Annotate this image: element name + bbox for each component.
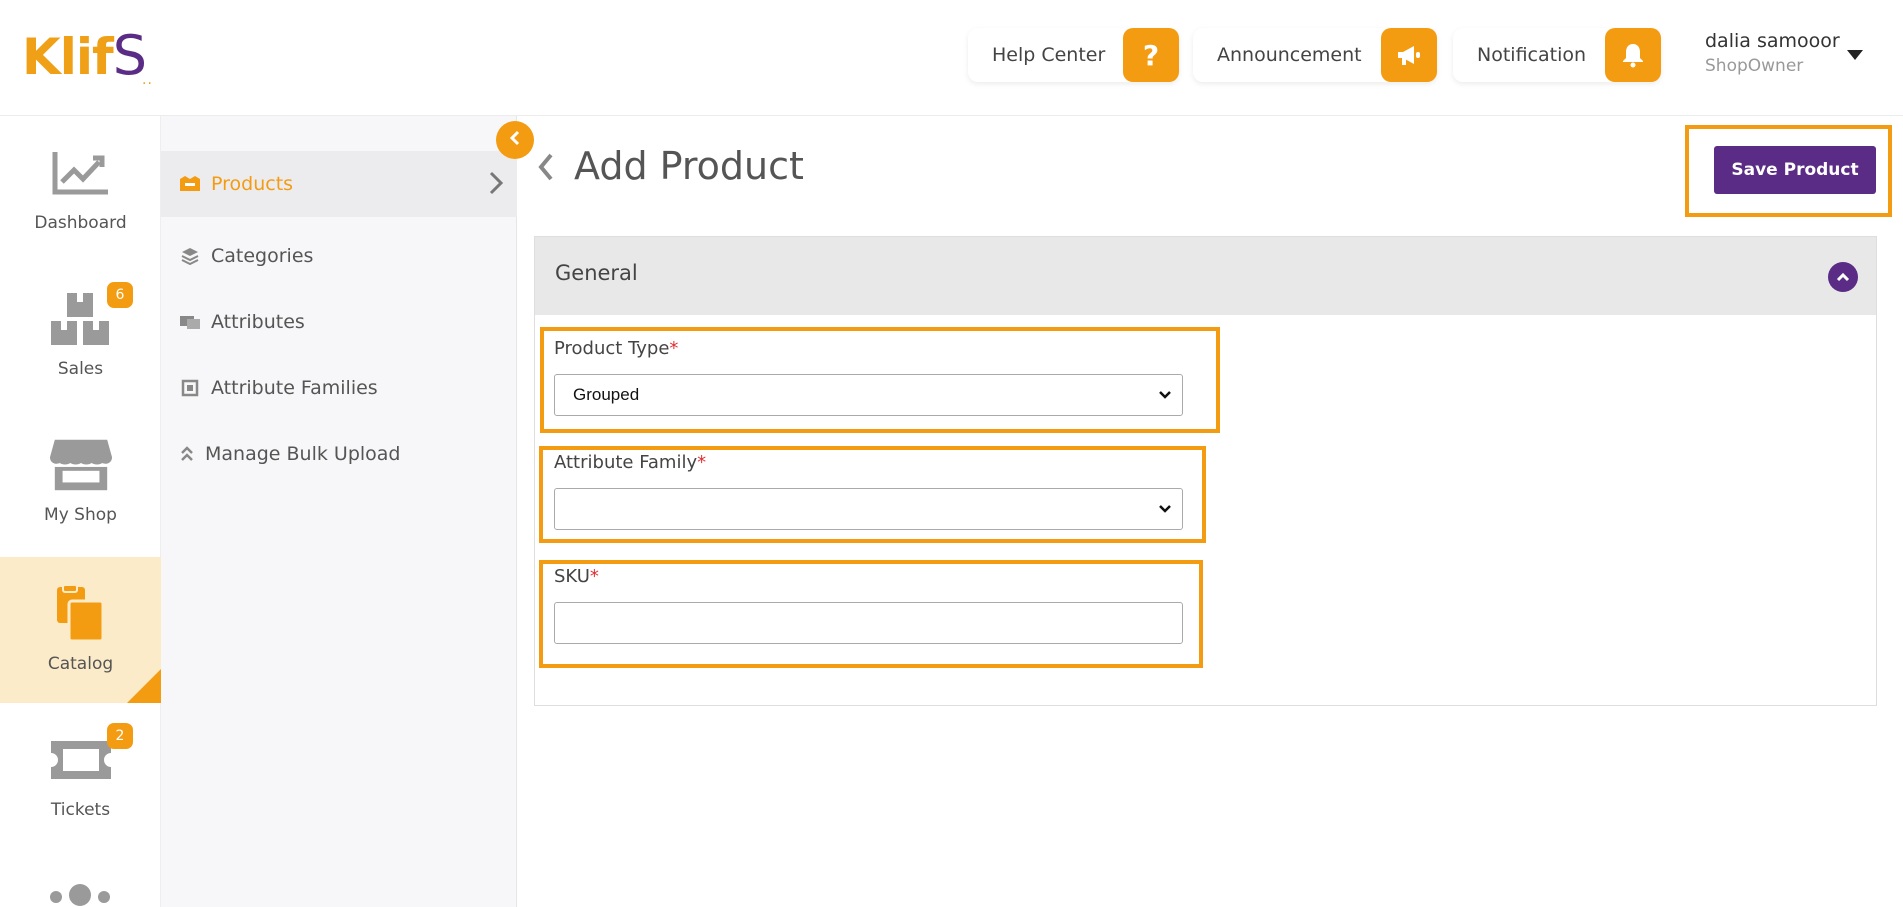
back-arrow-icon[interactable]	[536, 150, 556, 188]
attribute-family-select[interactable]	[554, 488, 1183, 530]
announcement-button[interactable]: Announcement	[1193, 28, 1437, 82]
sku-input[interactable]	[554, 602, 1183, 644]
chevron-right-icon	[489, 171, 504, 200]
rail-label: Dashboard	[34, 213, 127, 233]
product-type-label: Product Type*	[554, 338, 679, 359]
chevron-down-icon	[1158, 501, 1172, 521]
subnav-item-attributes[interactable]: Attributes	[161, 289, 517, 355]
announcement-label: Announcement	[1217, 44, 1362, 66]
help-center-button[interactable]: Help Center ?	[968, 28, 1179, 82]
user-menu[interactable]: dalia samooor ShopOwner	[1705, 30, 1840, 76]
logo[interactable]: KlifS ..	[22, 28, 152, 88]
user-role: ShopOwner	[1705, 56, 1804, 76]
chevron-left-icon	[509, 130, 521, 150]
panel-title: General	[555, 261, 638, 285]
notification-button[interactable]: Notification	[1453, 28, 1661, 82]
ticket-icon	[49, 732, 113, 788]
subnav-label: Products	[211, 173, 294, 195]
attribute-family-label: Attribute Family*	[554, 452, 707, 473]
required-mark: *	[697, 452, 707, 473]
question-icon: ?	[1123, 28, 1179, 82]
save-product-button[interactable]: Save Product	[1714, 146, 1876, 194]
active-corner-marker	[127, 669, 161, 703]
subnav-item-products[interactable]: Products	[161, 151, 517, 217]
bell-icon	[1605, 28, 1661, 82]
more-icon[interactable]	[48, 881, 118, 907]
rail-label: My Shop	[44, 505, 117, 525]
subnav-label: Attribute Families	[211, 377, 378, 399]
subnav-item-categories[interactable]: Categories	[161, 223, 517, 289]
logo-text: Klif	[22, 28, 114, 86]
rail-item-my-shop[interactable]: My Shop	[0, 408, 161, 554]
subnav-item-attribute-families[interactable]: Attribute Families	[161, 355, 517, 421]
rail-item-dashboard[interactable]: Dashboard	[0, 116, 161, 262]
attributes-icon	[179, 311, 201, 333]
required-mark: *	[589, 566, 599, 587]
rail-label: Catalog	[47, 654, 114, 674]
product-type-value: Grouped	[573, 385, 640, 404]
required-mark: *	[669, 338, 679, 359]
families-icon	[179, 377, 201, 399]
catalog-subnav: Products Categories Attributes Attribute…	[161, 116, 517, 907]
chevron-down-icon	[1158, 387, 1172, 407]
rail-item-sales[interactable]: Sales 6	[0, 262, 161, 408]
megaphone-icon	[1381, 28, 1437, 82]
main-rail: Dashboard Sales 6 My Shop Catalog Ticket…	[0, 116, 161, 907]
subnav-label: Manage Bulk Upload	[205, 443, 401, 465]
top-header: KlifS .. Help Center ? Announcement Noti…	[0, 0, 1903, 116]
subnav-label: Categories	[211, 245, 314, 267]
subnav-item-manage-bulk-upload[interactable]: Manage Bulk Upload	[161, 421, 517, 487]
products-icon	[179, 173, 201, 195]
user-name: dalia samooor	[1705, 30, 1840, 52]
page-title: Add Product	[574, 144, 804, 188]
sku-label: SKU*	[554, 566, 599, 587]
chevron-up-icon[interactable]	[1828, 262, 1858, 292]
rail-label: Tickets	[50, 800, 111, 820]
chart-icon	[49, 145, 113, 201]
layers-icon	[179, 245, 201, 267]
caret-down-icon[interactable]	[1847, 50, 1863, 60]
product-type-select[interactable]: Grouped	[554, 374, 1183, 416]
catalog-icon	[49, 585, 113, 643]
store-icon	[49, 437, 113, 493]
general-panel-header[interactable]: General	[535, 237, 1876, 315]
boxes-icon	[49, 291, 113, 347]
double-chevron-up-icon	[179, 443, 195, 465]
tickets-badge: 2	[107, 723, 133, 749]
notification-label: Notification	[1477, 44, 1587, 66]
rail-item-tickets[interactable]: Tickets 2	[0, 703, 161, 849]
collapse-sidebar-button[interactable]	[496, 121, 534, 159]
sales-badge: 6	[107, 282, 133, 308]
subnav-label: Attributes	[211, 311, 305, 333]
rail-label: Sales	[57, 359, 104, 379]
logo-dots: ..	[142, 72, 153, 88]
rail-item-catalog[interactable]: Catalog	[0, 557, 161, 703]
help-center-label: Help Center	[992, 44, 1106, 66]
